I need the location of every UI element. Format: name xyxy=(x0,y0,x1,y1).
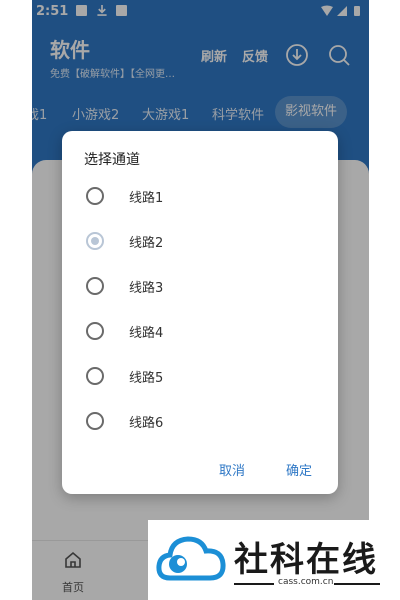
option-label: 线路1 xyxy=(129,191,164,206)
channel-option[interactable]: 线路4 xyxy=(62,311,338,351)
cancel-button[interactable]: 取消 xyxy=(219,460,245,479)
cloud-logo-icon xyxy=(156,536,226,581)
radio-button-checked[interactable] xyxy=(86,232,104,250)
channel-option[interactable]: 线路3 xyxy=(62,266,338,306)
watermark: 社科在线 cass.com.cn xyxy=(148,520,388,600)
option-label: 线路5 xyxy=(129,371,164,386)
channel-option[interactable]: 线路2 xyxy=(62,221,338,261)
radio-button[interactable] xyxy=(86,412,104,430)
ok-button[interactable]: 确定 xyxy=(286,460,312,479)
channel-option[interactable]: 线路6 xyxy=(62,401,338,441)
radio-button[interactable] xyxy=(86,367,104,385)
channel-option[interactable]: 线路1 xyxy=(62,176,338,216)
watermark-name: 社科在线 xyxy=(234,540,378,580)
radio-button[interactable] xyxy=(86,322,104,340)
screen: 2:51 软件 免费【破解软件】【全网更… 刷新 反馈 戏1 小游戏2 大游戏1… xyxy=(0,0,400,600)
dialog-title: 选择通道 xyxy=(84,152,140,168)
radio-button[interactable] xyxy=(86,277,104,295)
watermark-domain: cass.com.cn xyxy=(278,577,334,587)
radio-button[interactable] xyxy=(86,187,104,205)
channel-option[interactable]: 线路5 xyxy=(62,356,338,396)
option-label: 线路2 xyxy=(129,236,164,251)
option-label: 线路4 xyxy=(129,326,164,341)
divider xyxy=(234,583,274,585)
channel-select-dialog: 选择通道 线路1 线路2 线路3 线路4 线路5 线路6 取消 确定 xyxy=(62,131,338,494)
option-label: 线路6 xyxy=(129,416,164,431)
option-label: 线路3 xyxy=(129,281,164,296)
divider xyxy=(334,583,380,585)
